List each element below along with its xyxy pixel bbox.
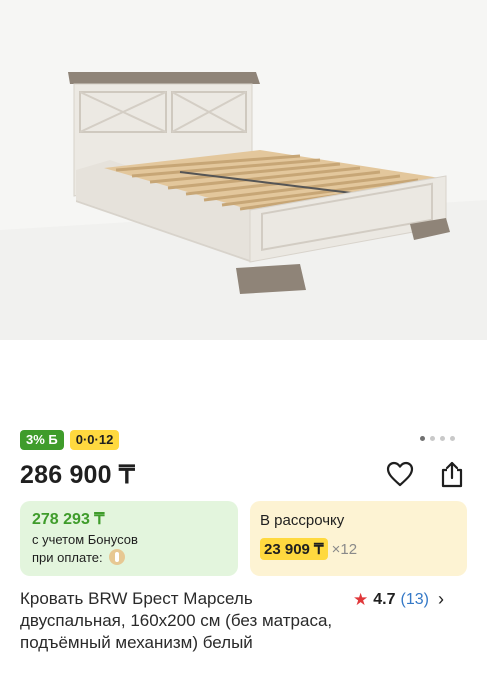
installment-card[interactable]: В рассрочку 23 909 ₸ ×12 xyxy=(250,501,467,576)
product-image[interactable] xyxy=(0,0,487,340)
installment-row: 23 909 ₸ ×12 xyxy=(260,538,357,560)
product-price: 286 900 ₸ xyxy=(20,461,136,489)
favorite-button[interactable] xyxy=(384,458,416,490)
gallery-pagination[interactable] xyxy=(420,436,455,441)
review-count[interactable]: (13) xyxy=(401,591,429,609)
bed-illustration xyxy=(0,0,487,340)
gallery-dot[interactable] xyxy=(440,436,445,441)
gallery-dot[interactable] xyxy=(430,436,435,441)
share-icon xyxy=(441,461,463,488)
rating-link[interactable]: ★ 4.7 (13) › xyxy=(353,589,444,610)
star-icon: ★ xyxy=(353,590,369,609)
bonus-line-2: при оплате: xyxy=(32,549,138,567)
product-title: Кровать BRW Брест Марсель двуспальная, 1… xyxy=(20,589,333,652)
chevron-right-icon: › xyxy=(437,589,444,609)
installment-badge: 0·0·12 xyxy=(69,430,120,450)
image-gap xyxy=(0,340,487,430)
bonus-description: с учетом Бонусов при оплате: xyxy=(32,531,138,567)
bonus-line-1: с учетом Бонусов xyxy=(32,532,138,547)
gallery-dot[interactable] xyxy=(420,436,425,441)
bonus-line-2-text: при оплате: xyxy=(32,550,103,565)
bonus-price: 278 293 ₸ xyxy=(32,511,105,528)
installment-label: В рассрочку xyxy=(260,512,345,529)
installment-amount: 23 909 ₸ xyxy=(260,538,328,560)
rating-value: 4.7 xyxy=(373,590,396,608)
bonus-coin-icon xyxy=(108,549,125,565)
gallery-dot[interactable] xyxy=(450,436,455,441)
bonus-price-card[interactable]: 278 293 ₸ с учетом Бонусов при оплате: xyxy=(20,501,238,576)
badges-row: 3% Б 0·0·12 xyxy=(20,430,120,450)
share-button[interactable] xyxy=(436,458,468,490)
installment-term: ×12 xyxy=(331,540,358,558)
bonus-badge: 3% Б xyxy=(20,430,64,450)
heart-icon xyxy=(386,461,414,487)
